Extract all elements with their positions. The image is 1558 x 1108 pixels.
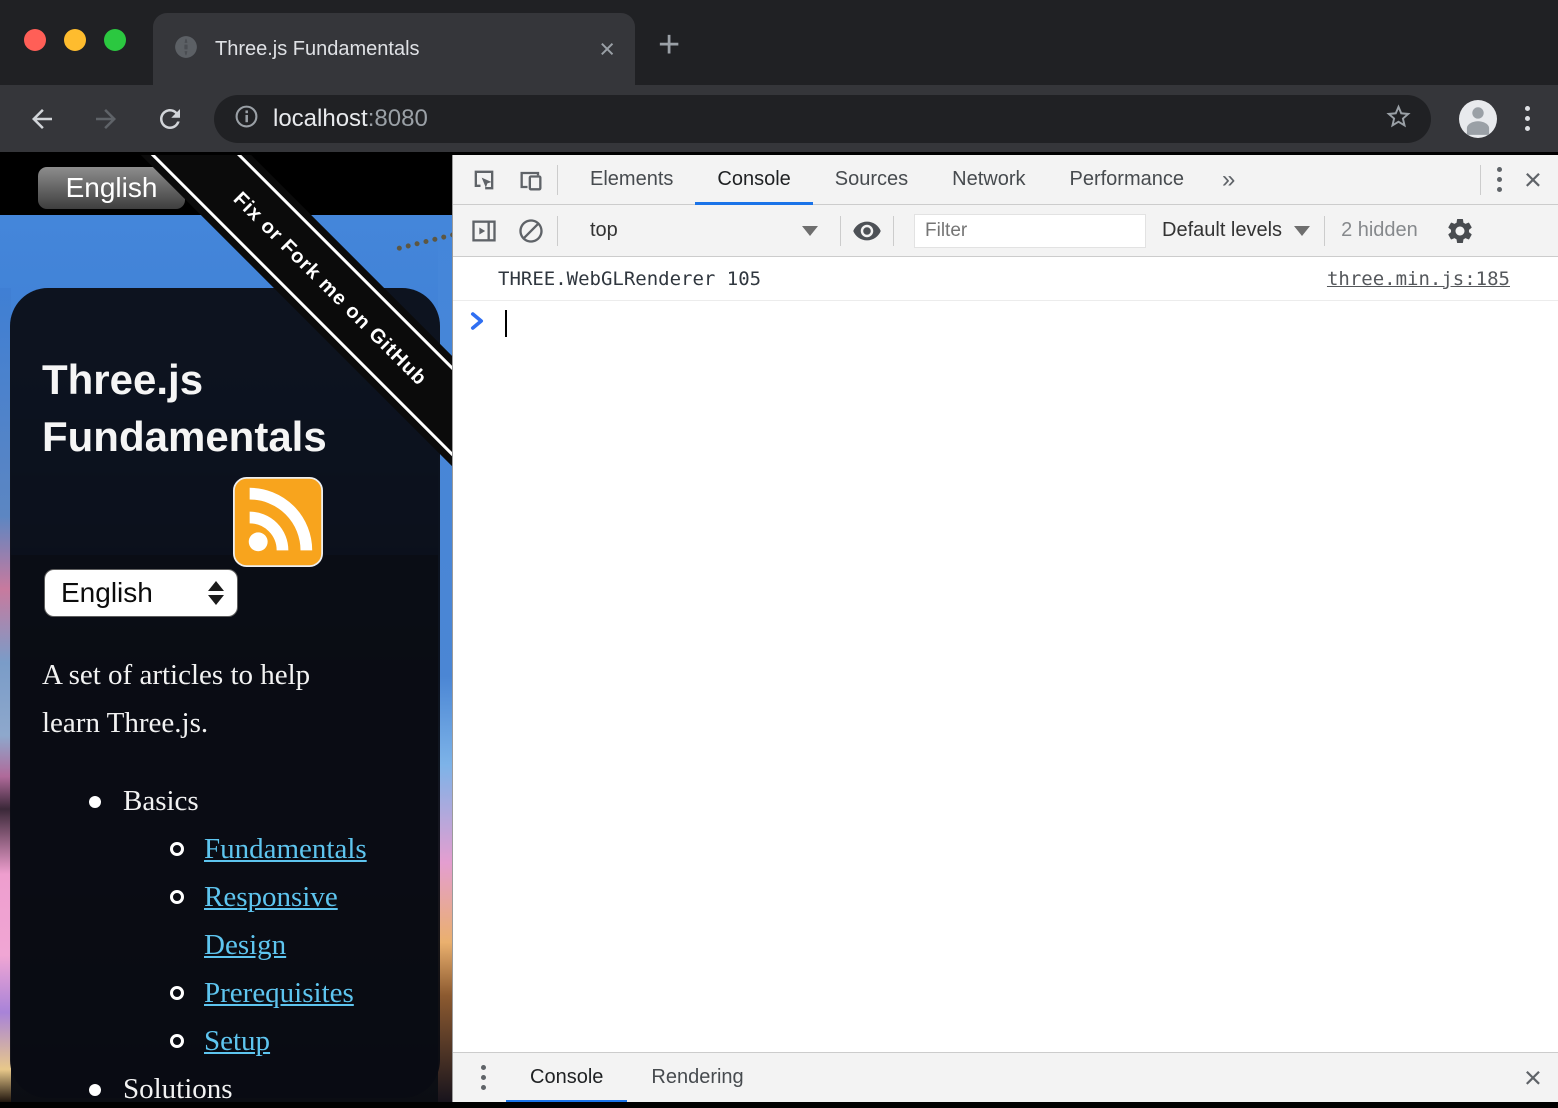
back-button[interactable] xyxy=(26,103,58,135)
chevron-down-icon xyxy=(802,226,818,236)
drawer-tab-rendering[interactable]: Rendering xyxy=(627,1053,767,1103)
window-bottom-edge xyxy=(0,1102,1558,1108)
separator xyxy=(557,165,558,195)
window-titlebar: Three.js Fundamentals × + xyxy=(0,0,1558,85)
inspect-element-icon[interactable] xyxy=(468,164,500,196)
browser-toolbar: localhost:8080 xyxy=(0,85,1558,152)
console-prompt[interactable] xyxy=(453,301,1558,345)
profile-avatar[interactable] xyxy=(1459,100,1497,138)
separator xyxy=(840,216,841,246)
devtools-tab-network[interactable]: Network xyxy=(930,155,1047,205)
drawer-menu-icon[interactable] xyxy=(475,1059,492,1096)
devtools-tab-elements[interactable]: Elements xyxy=(568,155,695,205)
console-settings-gear-icon[interactable] xyxy=(1444,215,1476,247)
log-levels-select[interactable]: Default levels xyxy=(1162,219,1310,242)
site-tagline: A set of articles to help learn Three.js… xyxy=(42,651,327,747)
devtools-panel: Elements Console Sources Network Perform… xyxy=(452,155,1558,1102)
devtools-tab-console[interactable]: Console xyxy=(695,155,812,205)
browser-menu-icon[interactable] xyxy=(1519,100,1536,137)
drawer-close-icon[interactable]: × xyxy=(1508,1062,1558,1093)
live-expression-eye-icon[interactable] xyxy=(851,215,883,247)
separator xyxy=(1480,165,1481,195)
url-port: :8080 xyxy=(368,105,428,132)
separator xyxy=(557,216,558,246)
site-navigation: Basics Fundamentals Responsive Design Pr… xyxy=(0,777,452,1102)
devtools-tab-sources[interactable]: Sources xyxy=(813,155,930,205)
circle-bullet-icon xyxy=(170,890,184,904)
forward-button[interactable] xyxy=(90,103,122,135)
javascript-context-select[interactable]: top xyxy=(578,219,830,242)
separator xyxy=(1324,216,1325,246)
devtools-menu-icon[interactable] xyxy=(1491,161,1508,198)
tab-favicon-globe-icon xyxy=(173,34,199,65)
tab-title: Three.js Fundamentals xyxy=(215,38,599,61)
separator xyxy=(893,216,894,246)
url-text: localhost:8080 xyxy=(273,105,428,133)
address-bar[interactable]: localhost:8080 xyxy=(214,95,1431,143)
devtools-tab-bar: Elements Console Sources Network Perform… xyxy=(453,155,1558,205)
nav-link-prerequisites[interactable]: Prerequisites xyxy=(0,969,440,1017)
macos-close-button[interactable] xyxy=(24,29,46,51)
drawer-tab-console[interactable]: Console xyxy=(506,1053,627,1103)
devtools-close-icon[interactable]: × xyxy=(1508,164,1558,195)
bookmark-star-icon[interactable] xyxy=(1384,102,1413,136)
page-viewport: English Fix or Fork me on GitHub Three.j… xyxy=(0,155,452,1102)
console-log-source-link[interactable]: three.min.js:185 xyxy=(1327,268,1510,290)
nav-section-solutions: Solutions xyxy=(0,1065,452,1102)
browser-tab[interactable]: Three.js Fundamentals × xyxy=(153,13,635,85)
text-cursor xyxy=(505,310,507,337)
bullet-icon xyxy=(89,1084,101,1096)
language-select-value: English xyxy=(61,577,153,609)
circle-bullet-icon xyxy=(170,986,184,1000)
language-select[interactable]: English xyxy=(44,569,238,617)
rss-feed-icon[interactable] xyxy=(233,477,323,567)
context-value: top xyxy=(590,219,618,242)
devtools-drawer: Console Rendering × xyxy=(453,1052,1558,1102)
console-log-row: THREE.WebGLRenderer 105 three.min.js:185 xyxy=(453,257,1558,301)
console-log-message: THREE.WebGLRenderer 105 xyxy=(498,268,761,290)
macos-minimize-button[interactable] xyxy=(64,29,86,51)
nav-link-responsive-design[interactable]: Responsive Design xyxy=(0,873,420,969)
site-info-icon[interactable] xyxy=(234,104,259,134)
select-spinner-icon xyxy=(208,581,224,605)
console-sidebar-toggle-icon[interactable] xyxy=(468,215,500,247)
bullet-icon xyxy=(89,796,101,808)
new-tab-button[interactable]: + xyxy=(658,24,680,67)
nav-section-basics: Basics xyxy=(0,777,452,825)
console-filter-input[interactable] xyxy=(914,214,1146,248)
more-tabs-icon[interactable]: » xyxy=(1206,166,1251,194)
log-levels-value: Default levels xyxy=(1162,219,1282,242)
macos-zoom-button[interactable] xyxy=(104,29,126,51)
tab-close-icon[interactable]: × xyxy=(599,36,615,63)
nav-link-setup[interactable]: Setup xyxy=(0,1017,440,1065)
nav-link-fundamentals[interactable]: Fundamentals xyxy=(0,825,440,873)
hidden-messages-count: 2 hidden xyxy=(1341,219,1418,242)
devtools-tab-performance[interactable]: Performance xyxy=(1048,155,1207,205)
clear-console-icon[interactable] xyxy=(515,215,547,247)
chevron-down-icon xyxy=(1294,226,1310,236)
prompt-chevron-icon xyxy=(470,311,484,336)
device-toolbar-icon[interactable] xyxy=(515,164,547,196)
circle-bullet-icon xyxy=(170,842,184,856)
console-toolbar: top Default levels 2 hidden xyxy=(453,205,1558,257)
reload-button[interactable] xyxy=(154,103,186,135)
circle-bullet-icon xyxy=(170,1034,184,1048)
